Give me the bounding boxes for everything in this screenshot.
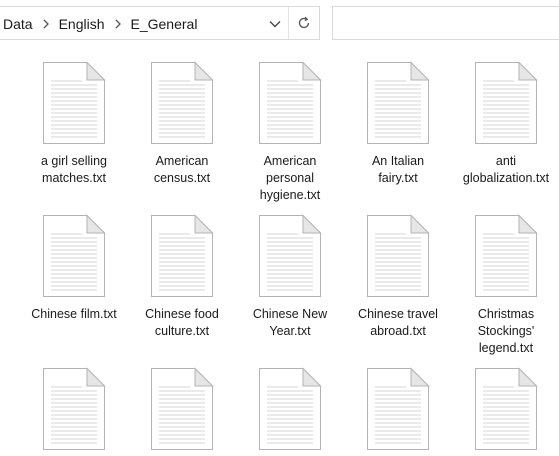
file-item[interactable]: a girl selling matches.txt (20, 61, 128, 187)
breadcrumb-item-data[interactable]: Data (3, 16, 33, 32)
file-name-line: hygiene.txt (259, 188, 321, 202)
address-bar[interactable]: Data English E_General (0, 6, 320, 40)
text-file-icon (474, 61, 538, 145)
file-name-line: Year.txt (269, 324, 311, 338)
file-item[interactable]: Chinese food culture.txt (128, 214, 236, 340)
file-name-line: Chinese New (252, 307, 328, 321)
file-name: anti globalization.txt (452, 153, 559, 187)
text-file-icon (150, 214, 214, 298)
file-name: a girl selling matches.txt (20, 153, 128, 187)
file-item[interactable]: Chinese New Year.txt (236, 214, 344, 340)
file-name-line: American (263, 154, 317, 168)
file-name-line: personal (266, 171, 314, 185)
file-name-line: fairy.txt (378, 171, 418, 185)
text-file-icon (258, 214, 322, 298)
text-file-icon (42, 61, 106, 145)
text-file-icon (150, 367, 214, 451)
text-file-icon (42, 367, 106, 451)
text-file-icon (366, 214, 430, 298)
file-name: Chinese New Year.txt (236, 306, 344, 340)
refresh-button[interactable] (289, 7, 319, 39)
file-name-line: Chinese travel (358, 307, 438, 321)
text-file-icon (474, 367, 538, 451)
file-item[interactable]: anti globalization.txt (452, 61, 559, 187)
text-file-icon (474, 214, 538, 298)
file-name-line: abroad.txt (370, 324, 426, 338)
file-item[interactable]: Chinese travel abroad.txt (344, 214, 452, 340)
file-name-line: Chinese film.txt (31, 307, 117, 321)
file-name: Chinese food culture.txt (128, 306, 236, 340)
chevron-right-icon[interactable] (33, 17, 59, 32)
file-name: Christmas Stockings' legend.txt (452, 306, 559, 357)
file-name: Chinese film.txt (20, 306, 128, 323)
text-file-icon (258, 61, 322, 145)
file-name-line: Chinese food (145, 307, 219, 321)
file-name-line: An Italian (371, 154, 425, 168)
file-name: American census.txt (128, 153, 236, 187)
file-item[interactable] (20, 367, 128, 451)
file-item[interactable] (452, 367, 559, 451)
file-name-line: Stockings' (477, 324, 535, 338)
file-name-line: a girl selling (40, 154, 107, 168)
file-name-line: Christmas (477, 307, 535, 321)
file-name-line: culture.txt (154, 324, 210, 338)
text-file-icon (150, 61, 214, 145)
text-file-icon (366, 367, 430, 451)
address-toolbar: Data English E_General (0, 0, 559, 47)
file-item[interactable]: An Italian fairy.txt (344, 61, 452, 187)
text-file-icon (42, 214, 106, 298)
file-name-line: legend.txt (478, 341, 534, 355)
refresh-icon (298, 16, 310, 29)
file-name: Chinese travel abroad.txt (344, 306, 452, 340)
breadcrumb-item-english[interactable]: English (59, 16, 105, 32)
text-file-icon (366, 61, 430, 145)
file-name: American personal hygiene.txt (236, 153, 344, 204)
file-name-line: American (155, 154, 209, 168)
file-item[interactable]: Chinese film.txt (20, 214, 128, 323)
search-input[interactable] (332, 6, 559, 40)
text-file-icon (258, 367, 322, 451)
chevron-down-icon[interactable] (265, 7, 285, 41)
file-name-line: census.txt (153, 171, 211, 185)
file-item[interactable]: Christmas Stockings' legend.txt (452, 214, 559, 357)
file-item[interactable]: American census.txt (128, 61, 236, 187)
chevron-right-icon[interactable] (105, 17, 131, 32)
file-name-line: anti (495, 154, 517, 168)
file-name: An Italian fairy.txt (344, 153, 452, 187)
file-grid: a girl selling matches.txt American census.… (0, 47, 559, 450)
file-item[interactable]: American personal hygiene.txt (236, 61, 344, 204)
file-name-line: globalization.txt (462, 171, 550, 185)
breadcrumb: Data English E_General (3, 7, 197, 41)
file-name-line: matches.txt (42, 171, 106, 185)
file-item[interactable] (128, 367, 236, 451)
file-item[interactable] (344, 367, 452, 451)
file-item[interactable] (236, 367, 344, 451)
breadcrumb-item-e-general[interactable]: E_General (131, 16, 198, 32)
